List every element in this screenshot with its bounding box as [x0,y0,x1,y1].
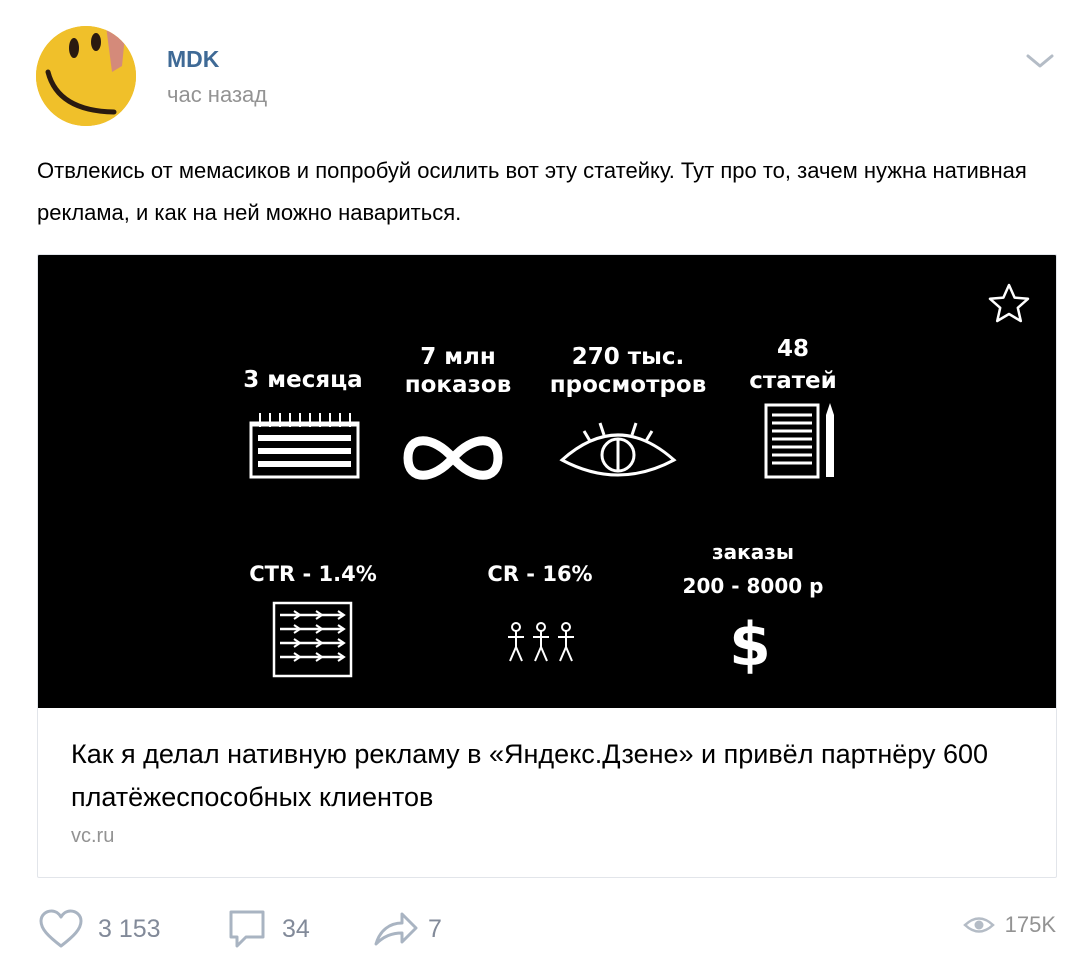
dollar-icon: $ [729,610,771,680]
stat-orders-label: заказы 200 - 8000 р [663,535,843,603]
document-icon [764,403,834,479]
stat-months-label: 3 месяца [243,367,363,393]
avatar[interactable] [36,26,136,126]
author-name[interactable]: MDK [167,46,219,73]
post-text: Отвлекись от мемасиков и попробуй осилит… [37,158,1027,225]
stat-views-value: 270 тыс. [571,344,685,370]
share-button[interactable]: 7 [372,906,442,952]
stat-ctr-label: CTR - 1.4% [249,562,377,586]
comment-icon [229,910,265,948]
infinity-icon [403,436,503,480]
stat-orders-title: заказы [712,540,794,564]
bookmark-button[interactable] [986,281,1032,327]
more-menu-button[interactable] [1018,44,1062,78]
card-title[interactable]: Как я делал нативную рекламу в «Яндекс.Д… [71,733,1031,819]
infographic-graphics: $ [249,403,834,680]
stat-cr-label: CR - 16% [487,562,593,586]
share-arrow-icon [374,912,418,946]
stat-views-unit: просмотров [549,372,707,398]
eye-icon [559,422,677,477]
stat-shows-unit: показов [404,372,512,398]
like-count: 3 153 [98,914,161,943]
heart-icon [39,909,83,948]
card-image[interactable]: $ 3 месяца 7 млн показов 270 тыс. просмо… [38,255,1056,708]
stat-shows-label: 7 млн показов [393,343,523,399]
eye-icon [962,917,995,933]
stat-articles-unit: статей [749,368,837,394]
post-time[interactable]: час назад [167,82,267,108]
views-count: 175K [1004,912,1056,937]
stat-views-label: 270 тыс. просмотров [528,343,728,399]
people-icon [508,622,574,662]
stat-orders-range: 200 - 8000 р [682,574,824,598]
stat-shows-value: 7 млн [420,344,496,370]
like-button[interactable]: 3 153 [38,906,161,952]
clicks-arrows-icon [272,601,353,678]
stat-articles-label: 48 статей [738,333,848,397]
star-icon [988,283,1030,323]
smiley-avatar-image [36,26,136,126]
comment-count: 34 [282,914,310,943]
article-card[interactable]: $ 3 месяца 7 млн показов 270 тыс. просмо… [37,254,1057,878]
comment-button[interactable]: 34 [226,906,310,952]
calendar-icon [249,413,360,479]
chevron-down-icon [1026,54,1054,68]
stat-articles-value: 48 [776,336,809,362]
card-domain: vc.ru [71,825,115,847]
share-count: 7 [428,914,442,943]
views-counter: 175K [962,912,1056,938]
